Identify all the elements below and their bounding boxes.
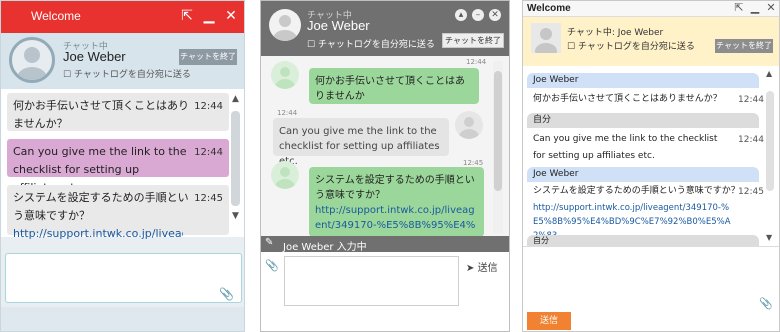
- message-bubble: Can you give me the link to the checklis…: [273, 118, 449, 167]
- message-time: 12:44: [194, 101, 223, 112]
- minimize-icon[interactable]: ▁: [201, 8, 217, 24]
- avatar: [9, 37, 55, 83]
- close-icon[interactable]: ✕: [765, 2, 777, 14]
- send-log-checkbox[interactable]: ☐ チャットログを自分宛に送る: [567, 39, 695, 52]
- checkbox-label: チャットログを自分宛に送る: [317, 40, 435, 50]
- send-log-checkbox[interactable]: ☐ チャットログを自分宛に送る: [307, 37, 435, 50]
- person-icon: [273, 15, 297, 41]
- message-text: 何かお手伝いさせて頂くことはありませんか？: [13, 99, 189, 130]
- message-bubble: システムを設定するための手順という意味ですか？ 12:45 http://sup…: [7, 185, 229, 240]
- checkbox-icon[interactable]: ☐: [567, 42, 575, 52]
- agent-name: Joe Weber: [307, 18, 370, 33]
- scrollbar-thumb[interactable]: [766, 91, 774, 191]
- message-link[interactable]: http://support.intwk.co.jp/liveagent/34: [13, 225, 183, 243]
- person-icon: [275, 67, 295, 89]
- send-icon[interactable]: ➤: [466, 263, 474, 274]
- message-text: システムを設定するための手順という意味ですか？: [13, 191, 189, 222]
- message-bubble: 何かお手伝いさせて頂くことはありませんか: [309, 68, 479, 104]
- message-text: Can you give me the link to the checklis…: [533, 134, 718, 161]
- footer: [1, 307, 244, 331]
- message-bubble: Can you give me the link to the checklis…: [7, 139, 229, 194]
- popout-icon[interactable]: ⇱: [179, 8, 195, 24]
- end-chat-button[interactable]: チャットを終了: [715, 39, 773, 53]
- message-text: システムを設定するための手順という意味ですか？: [315, 175, 475, 201]
- send-button[interactable]: 送信: [527, 312, 571, 330]
- message-input[interactable]: [527, 263, 777, 311]
- sender-name: 自分: [527, 113, 759, 128]
- typing-indicator: Joe Weber 入力中: [283, 242, 367, 253]
- agent-avatar: [271, 161, 299, 189]
- paperclip-icon[interactable]: 📎: [219, 287, 234, 301]
- person-icon: [459, 117, 479, 139]
- message-time: 12:44: [466, 58, 487, 66]
- person-icon: [17, 47, 47, 80]
- message-time: 12:44: [738, 95, 764, 105]
- message-time: 12:45: [463, 159, 484, 167]
- window-title: Welcome: [31, 9, 81, 23]
- message-time: 12:45: [194, 193, 223, 204]
- message-text: 何かお手伝いさせて頂くことはありませんか？: [533, 94, 722, 104]
- person-icon: [275, 167, 295, 189]
- send-log-checkbox[interactable]: ☐ チャットログを自分宛に送る: [63, 67, 191, 80]
- message-input[interactable]: [5, 253, 242, 303]
- popout-icon[interactable]: ▴: [455, 9, 467, 21]
- send-label: 送信: [477, 263, 498, 274]
- minimize-icon[interactable]: –: [472, 9, 484, 21]
- sender-name: Joe Weber: [527, 73, 759, 88]
- avatar: [531, 23, 561, 53]
- minimize-icon[interactable]: ▁: [749, 2, 761, 14]
- scroll-up-icon[interactable]: ▲: [232, 94, 239, 104]
- scrollbar-thumb[interactable]: [494, 71, 502, 191]
- end-chat-button[interactable]: チャットを終了: [442, 33, 504, 48]
- window-title: Welcome: [527, 3, 571, 14]
- avatar: [269, 9, 301, 41]
- chat-window-red: Welcome ⇱ ▁ ✕ チャット中 Joe Weber ☐ チャットログを自…: [0, 0, 245, 332]
- message-bubble: システムを設定するための手順という意味ですか？ http://support.i…: [309, 167, 484, 237]
- checkbox-icon[interactable]: ☐: [63, 70, 71, 80]
- send-button[interactable]: ➤ 送信: [466, 259, 498, 274]
- person-icon: [535, 28, 557, 53]
- scroll-down-icon[interactable]: ▼: [232, 211, 239, 221]
- agent-avatar: [271, 61, 299, 89]
- close-icon[interactable]: ✕: [489, 9, 501, 21]
- checkbox-label: チャットログを自分宛に送る: [577, 42, 695, 52]
- close-icon[interactable]: ✕: [223, 8, 239, 24]
- message-time: 12:45: [738, 187, 764, 197]
- chat-window-gray: チャット中 Joe Weber ☐ チャットログを自分宛に送る ▴ – ✕ チャ…: [260, 0, 510, 332]
- checkbox-icon[interactable]: ☐: [307, 40, 315, 50]
- message-time: 12:44: [194, 147, 223, 158]
- divider: [523, 246, 779, 247]
- message-link[interactable]: http://support.intwk.co.jp/liveagent/349…: [315, 203, 478, 237]
- message-input[interactable]: [284, 256, 459, 306]
- sender-name: Joe Weber: [527, 167, 759, 182]
- chat-status: チャット中: Joe Weber: [567, 28, 664, 38]
- scrollbar-thumb[interactable]: [231, 111, 240, 206]
- chat-window-yellow: Welcome ⇱ ▁ ✕ チャット中: Joe Weber ☐ チャットログを…: [522, 0, 780, 332]
- message-time: 12:44: [277, 109, 298, 117]
- message-bubble: 何かお手伝いさせて頂くことはありませんか？ 12:44: [7, 93, 229, 131]
- message-time: 12:44: [738, 135, 764, 145]
- popout-icon[interactable]: ⇱: [733, 2, 745, 14]
- agent-name: Joe Weber: [63, 49, 126, 64]
- scroll-up-icon[interactable]: ▲: [766, 69, 772, 78]
- end-chat-button[interactable]: チャットを終了: [179, 49, 237, 65]
- checkbox-label: チャットログを自分宛に送る: [73, 70, 191, 80]
- paperclip-icon[interactable]: 📎: [265, 259, 279, 272]
- pencil-icon: ✎: [265, 237, 274, 248]
- user-avatar: [455, 111, 483, 139]
- paperclip-icon[interactable]: 📎: [759, 297, 773, 310]
- scroll-down-icon[interactable]: ▼: [766, 233, 772, 242]
- message-text: システムを設定するための手順という意味ですか？: [533, 186, 740, 196]
